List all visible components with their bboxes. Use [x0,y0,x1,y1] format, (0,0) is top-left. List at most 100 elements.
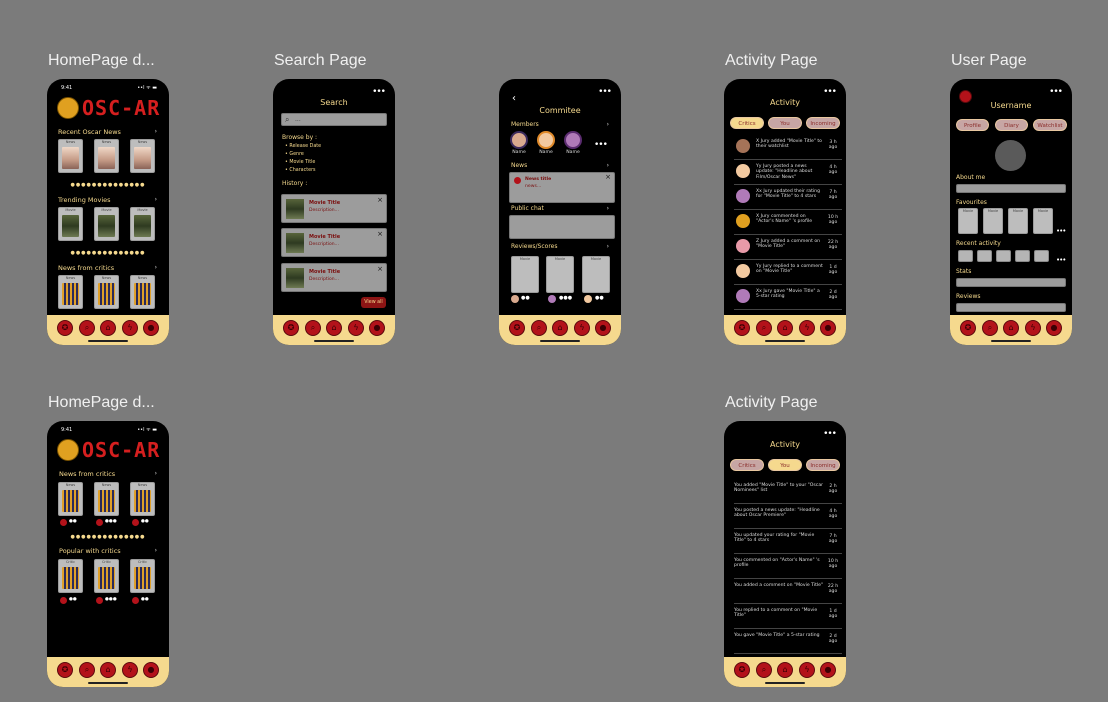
search-icon[interactable]: ⌕ [79,662,95,678]
favourite-card[interactable]: Movie [1008,208,1028,234]
home-icon[interactable]: ⌂ [1003,320,1019,336]
activity-item[interactable]: You posted a news update: "Headline abou… [734,504,842,529]
user-icon[interactable]: ● [1046,320,1062,336]
more-favourites-icon[interactable]: ••• [1056,227,1066,235]
browse-item[interactable]: • Genre [285,151,321,159]
close-icon[interactable]: × [605,173,611,181]
carousel-dots[interactable]: ●●●●●●●●●●●●●● [67,534,149,540]
back-icon[interactable]: ‹ [512,93,516,104]
favourite-card[interactable]: Movie [958,208,978,234]
member-avatar[interactable] [537,131,555,149]
search-input[interactable]: ⌕ ... [281,113,387,126]
review-card[interactable]: Movie [546,256,574,293]
review-card[interactable]: Movie [582,256,610,293]
activity-icon[interactable]: ϟ [122,320,138,336]
activity-item[interactable]: Yy Jury posted a news update: "Headline … [734,160,842,185]
news-card[interactable]: News [58,275,83,309]
activity-icon[interactable]: ϟ [1025,320,1041,336]
reviews-field[interactable] [956,303,1066,312]
home-icon[interactable]: ⌂ [100,320,116,336]
activity-item[interactable]: You gave "Movie Title" a 5-star rating 2 … [734,629,842,654]
view-all-button[interactable]: View all [361,297,386,308]
activity-item[interactable]: You replied to a comment on "Movie Title… [734,604,842,629]
critic-card[interactable]: Critic [130,559,155,593]
section-more-button[interactable]: › [155,196,157,203]
member-avatar[interactable] [510,131,528,149]
search-icon[interactable]: ⌕ [982,320,998,336]
movie-card[interactable]: Movie [130,207,155,241]
more-options-icon[interactable]: ••• [1049,87,1063,97]
awards-icon[interactable]: ✪ [734,662,750,678]
more-members-icon[interactable]: ••• [594,140,608,150]
review-card[interactable]: Movie [511,256,539,293]
carousel-dots[interactable]: ●●●●●●●●●●●●●● [67,250,149,256]
browse-item[interactable]: • Release Date [285,143,321,151]
activity-icon[interactable]: ϟ [799,320,815,336]
news-card[interactable]: News [94,482,119,516]
search-icon[interactable]: ⌕ [531,320,547,336]
activity-icon[interactable]: ϟ [348,320,364,336]
news-card[interactable]: News title news... × [509,172,615,203]
awards-icon[interactable]: ✪ [734,320,750,336]
user-icon[interactable]: ● [595,320,611,336]
awards-icon[interactable]: ✪ [509,320,525,336]
history-item[interactable]: Movie Title Description... × [281,194,387,223]
news-card[interactable]: News [94,275,119,309]
tab-diary[interactable]: Diary [995,119,1028,131]
about-field[interactable] [956,184,1066,193]
section-more-button[interactable]: › [155,264,157,271]
awards-icon[interactable]: ✪ [960,320,976,336]
activity-icon[interactable]: ϟ [574,320,590,336]
more-options-icon[interactable]: ••• [823,87,837,97]
recent-activity-item[interactable] [1034,250,1049,262]
recent-activity-item[interactable] [1015,250,1030,262]
tab-profile[interactable]: Profile [956,119,989,131]
activity-item[interactable]: You updated your rating for "Movie Title… [734,529,842,554]
tab-you[interactable]: You [768,459,802,471]
recent-activity-item[interactable] [958,250,973,262]
activity-item[interactable]: You added a comment on "Movie Title" 22 h… [734,579,842,604]
news-card[interactable]: News [130,139,155,173]
public-chat-box[interactable] [509,215,615,239]
home-icon[interactable]: ⌂ [326,320,342,336]
activity-item[interactable]: Xx Jury gave "Movie Title" a 5-star rati… [734,285,842,310]
user-icon[interactable]: ● [820,662,836,678]
carousel-dots[interactable]: ●●●●●●●●●●●●●● [67,182,149,188]
home-icon[interactable]: ⌂ [777,662,793,678]
tab-critics[interactable]: Critics [730,459,764,471]
activity-item[interactable]: X Jury added "Movie Title" to their watc… [734,135,842,160]
activity-item[interactable]: Z Jury added a comment on "Movie Title" 2… [734,235,842,260]
movie-card[interactable]: Movie [58,207,83,241]
activity-icon[interactable]: ϟ [799,662,815,678]
close-icon[interactable]: × [377,230,383,238]
history-item[interactable]: Movie Title Description... × [281,263,387,292]
news-card[interactable]: News [130,275,155,309]
browse-item[interactable]: • Movie Title [285,159,321,167]
tab-incoming[interactable]: Incoming [806,459,840,471]
user-icon[interactable]: ● [143,662,159,678]
activity-item[interactable]: X Jury commented on "Actor's Name" 's pr… [734,210,842,235]
favourite-card[interactable]: Movie [983,208,1003,234]
critic-card[interactable]: Critic [94,559,119,593]
recent-activity-item[interactable] [996,250,1011,262]
section-more-button[interactable]: › [607,243,609,250]
more-options-icon[interactable]: ••• [372,87,386,97]
section-more-button[interactable]: › [607,162,609,169]
tab-critics[interactable]: Critics [730,117,764,129]
recent-activity-item[interactable] [977,250,992,262]
home-icon[interactable]: ⌂ [100,662,116,678]
more-options-icon[interactable]: ••• [598,87,612,97]
close-icon[interactable]: × [377,196,383,204]
user-icon[interactable]: ● [369,320,385,336]
user-icon[interactable]: ● [820,320,836,336]
search-icon[interactable]: ⌕ [305,320,321,336]
news-card[interactable]: News [94,139,119,173]
close-icon[interactable]: × [377,265,383,273]
tab-watchlist[interactable]: Watchlist [1033,119,1067,131]
activity-item[interactable]: Yy Jury replied to a comment on "Movie T… [734,260,842,285]
browse-item[interactable]: • Characters [285,167,321,175]
tab-incoming[interactable]: Incoming [806,117,840,129]
section-more-button[interactable]: › [155,547,157,554]
member-avatar[interactable] [564,131,582,149]
critic-card[interactable]: Critic [58,559,83,593]
